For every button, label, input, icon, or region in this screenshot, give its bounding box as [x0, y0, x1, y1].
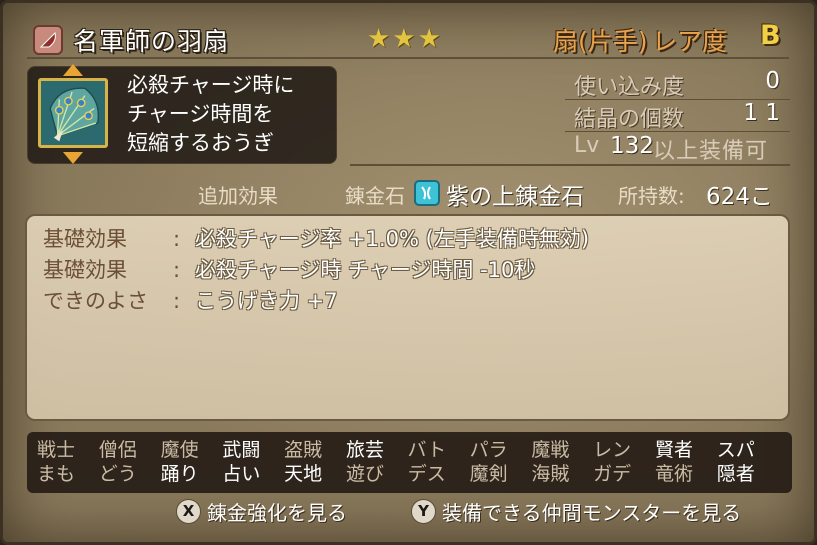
fan-category-icon: [33, 25, 63, 55]
effect-label: 基礎効果: [43, 227, 127, 251]
rarity-value: B: [760, 20, 781, 51]
owned-count-label: 所持数:: [618, 184, 685, 208]
alchemy-upgrade-label: 錬金強化を見る: [207, 500, 347, 525]
job-row1-9: レン: [593, 439, 632, 461]
monster-equip-label: 装備できる仲間モンスターを見る: [442, 500, 742, 525]
extra-effect-label: 追加効果: [198, 184, 278, 208]
owned-count-value: 624こ: [706, 184, 773, 210]
weapon-type: 扇(片手): [553, 27, 648, 56]
effect-value: こうげき力 +7: [195, 289, 338, 313]
rarity-label: レア度: [652, 27, 728, 56]
alchemy-stone-label: 錬金石: [345, 184, 405, 208]
item-description: 必殺チャージ時に チャージ時間を 短縮するおうぎ: [127, 71, 332, 158]
job-row1-2: 魔使: [160, 439, 199, 461]
item-name: 名軍師の羽扇: [73, 27, 230, 56]
alchemy-stone-icon: [414, 180, 440, 206]
job-row1-11: スパ: [716, 439, 755, 461]
alchemy-stone-name: 紫の上錬金石: [446, 184, 584, 210]
effect-separator: :: [173, 227, 181, 251]
header-divider: [27, 57, 789, 59]
effect-value: 必殺チャージ率 +1.0% (左手装備時無効): [195, 227, 590, 251]
job-row2-8: 海賊: [531, 463, 570, 485]
stat-divider: [565, 131, 790, 132]
job-row2-2: 踊り: [160, 463, 199, 485]
usage-label: 使い込み度: [574, 75, 685, 100]
crystal-value: 1 1: [743, 100, 780, 126]
level-requirement: 132: [610, 133, 654, 159]
description-line: 短縮するおうぎ: [127, 131, 274, 155]
scroll-up-arrow-icon[interactable]: [63, 64, 83, 76]
job-row1-1: 僧侶: [98, 439, 137, 461]
job-row2-3: 占い: [222, 463, 261, 485]
job-row1-5: 旅芸: [345, 439, 384, 461]
job-row2-10: 竜術: [654, 463, 693, 485]
job-row2-11: 隠者: [716, 463, 755, 485]
job-row2-4: 天地: [284, 463, 323, 485]
job-row1-0: 戦士: [36, 439, 75, 461]
effect-row: 基礎効果: 必殺チャージ時 チャージ時間 -10秒: [43, 254, 535, 284]
job-row2-9: ガデ: [593, 463, 632, 485]
effect-row: できのよさ: こうげき力 +7: [43, 285, 338, 315]
level-prefix: Lv: [574, 133, 600, 158]
job-row1-7: パラ: [469, 439, 508, 461]
job-row1-3: 武闘: [222, 439, 261, 461]
monster-equip-button[interactable]: Y 装備できる仲間モンスターを見る: [411, 497, 741, 525]
job-row1-10: 賢者: [654, 439, 693, 461]
effect-label: 基礎効果: [43, 258, 127, 282]
stats-divider: [350, 164, 790, 166]
effect-row: 基礎効果: 必殺チャージ率 +1.0% (左手装備時無効): [43, 223, 589, 253]
effect-value: 必殺チャージ時 チャージ時間 -10秒: [195, 258, 536, 282]
level-suffix: 以上装備可: [653, 139, 769, 164]
effect-label: できのよさ: [43, 289, 148, 313]
alchemy-upgrade-button[interactable]: X 錬金強化を見る: [176, 497, 347, 525]
effect-separator: :: [173, 258, 181, 282]
job-row2-6: デス: [407, 463, 446, 485]
x-button-icon: X: [176, 498, 201, 524]
effect-separator: :: [173, 289, 181, 313]
job-row1-8: 魔戦: [531, 439, 570, 461]
fan-category-glyph: [39, 32, 56, 48]
usage-value: 0: [765, 68, 780, 94]
star-rating: ★★★: [367, 24, 443, 54]
crystal-label: 結晶の個数: [574, 107, 685, 132]
peacock-fan-icon: [38, 78, 108, 148]
job-row2-1: どう: [98, 463, 137, 485]
y-button-icon: Y: [411, 498, 436, 524]
job-row1-4: 盗賊: [284, 439, 323, 461]
scroll-down-arrow-icon[interactable]: [63, 152, 83, 164]
description-line: 必殺チャージ時に: [127, 73, 295, 97]
job-row2-0: まも: [36, 463, 75, 485]
job-row2-7: 魔剣: [469, 463, 508, 485]
description-line: チャージ時間を: [127, 102, 274, 126]
job-row1-6: バト: [407, 439, 447, 461]
job-row2-5: 遊び: [345, 463, 384, 485]
